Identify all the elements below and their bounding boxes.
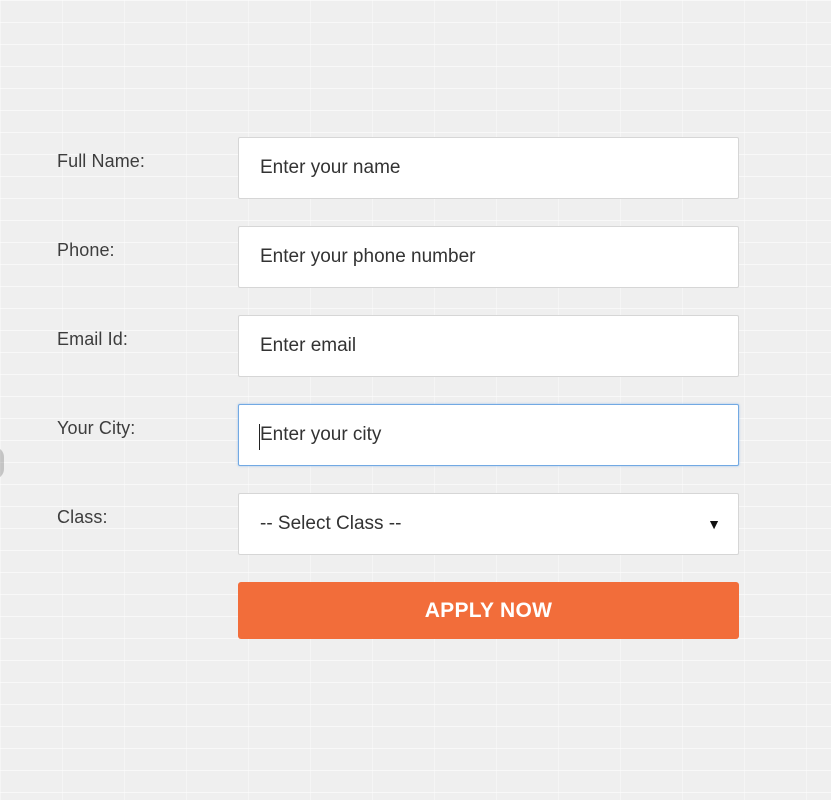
edge-shadow [0,447,4,479]
email-input[interactable] [239,316,738,376]
class-label: Class: [57,507,108,527]
email-field-wrap [238,315,739,377]
full-name-label: Full Name: [57,151,146,171]
full-name-field-wrap [238,137,739,199]
apply-now-button[interactable]: APPLY NOW [238,582,739,639]
full-name-input[interactable] [239,138,738,198]
text-caret [259,424,260,450]
dropdown-arrow-icon: ▼ [707,516,721,532]
phone-input[interactable] [239,227,738,287]
class-select-value: -- Select Class -- [260,513,402,534]
city-input[interactable] [239,405,738,465]
email-label: Email Id: [57,329,128,349]
phone-field-wrap [238,226,739,288]
phone-label: Phone: [57,240,115,260]
city-field-wrap [238,404,739,466]
city-label: Your City: [57,418,136,438]
application-form: Full Name: Phone: Email Id: Your City: C… [0,0,831,800]
class-select[interactable]: -- Select Class -- ▼ [238,493,739,555]
